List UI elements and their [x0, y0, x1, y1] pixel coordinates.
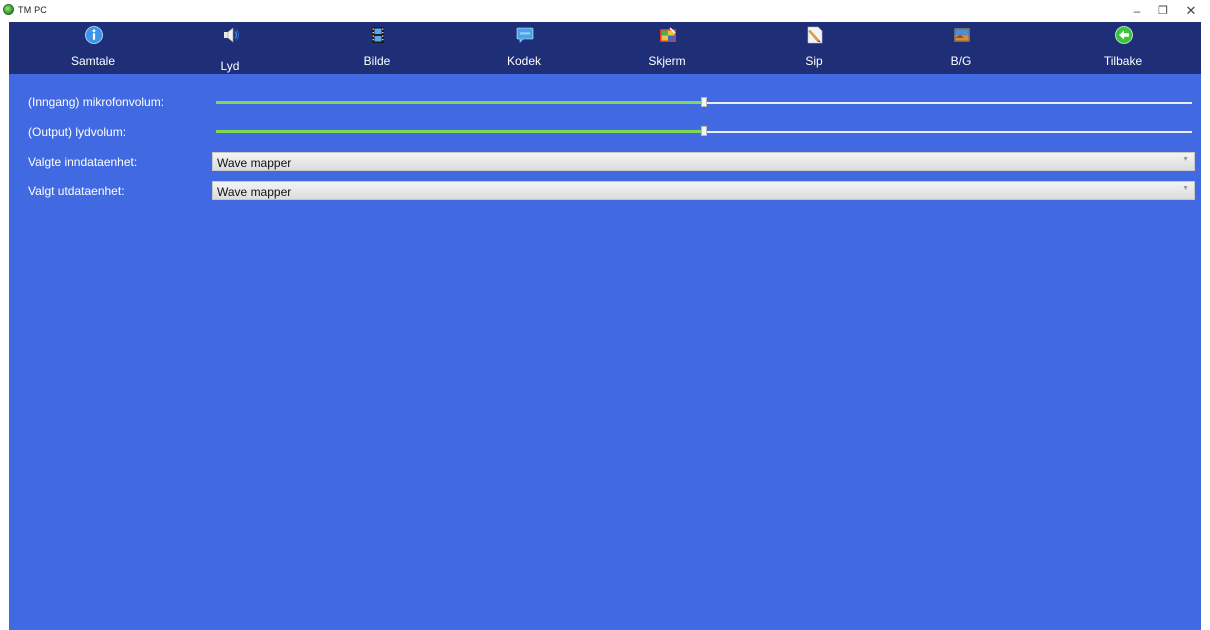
toolbar-button-kodek[interactable]: Kodek — [469, 22, 579, 74]
toolbar-label-bilde: Bilde — [363, 54, 391, 68]
window-title: TM PC — [18, 5, 47, 15]
mic-volume-thumb[interactable] — [701, 97, 707, 107]
minimize-button[interactable]: – — [1126, 2, 1148, 20]
toolbar-button-bg[interactable]: B/G — [906, 22, 1016, 74]
mic-volume-fill — [216, 101, 704, 104]
background-image-icon — [954, 28, 970, 42]
toolbar-button-lyd[interactable]: Lyd — [175, 22, 285, 74]
input-device-select[interactable]: Wave mapper ▼ — [212, 152, 1195, 171]
toolbar-button-skjerm[interactable]: Skjerm — [612, 22, 722, 74]
info-icon — [85, 26, 103, 44]
close-button[interactable]: ✕ — [1180, 2, 1202, 20]
output-volume-fill — [216, 130, 704, 133]
toolbar-label-kodek: Kodek — [506, 54, 542, 68]
mic-volume-label: (Inngang) mikrofonvolum: — [28, 95, 165, 109]
output-volume-slider[interactable] — [216, 126, 1192, 137]
input-device-value: Wave mapper — [217, 156, 292, 170]
main-toolbar: Samtale Lyd Bilde Kodek Skjerm Sip B/G T… — [9, 22, 1201, 74]
output-volume-label: (Output) lydvolum: — [28, 125, 127, 139]
toolbar-button-sip[interactable]: Sip — [759, 22, 869, 74]
back-arrow-icon — [1115, 26, 1133, 44]
toolbar-label-bg: B/G — [950, 54, 972, 68]
output-device-label: Valgt utdataenhet: — [28, 184, 125, 198]
toolbar-label-tilbake: Tilbake — [1103, 54, 1143, 68]
chevron-down-icon: ▼ — [1182, 185, 1189, 192]
output-volume-thumb[interactable] — [701, 126, 707, 136]
pencil-icon — [807, 26, 823, 44]
audio-settings-panel: (Inngang) mikrofonvolum: (Output) lydvol… — [9, 74, 1201, 630]
output-device-select[interactable]: Wave mapper ▼ — [212, 181, 1195, 200]
toolbar-label-samtale: Samtale — [70, 54, 116, 68]
toolbar-button-bilde[interactable]: Bilde — [322, 22, 432, 74]
screen-icon — [660, 27, 676, 42]
toolbar-button-tilbake[interactable]: Tilbake — [1068, 22, 1178, 74]
chevron-down-icon: ▼ — [1182, 156, 1189, 163]
output-device-value: Wave mapper — [217, 185, 292, 199]
toolbar-label-sip: Sip — [805, 54, 823, 68]
app-logo-icon — [3, 4, 14, 15]
mic-volume-slider[interactable] — [216, 97, 1192, 108]
toolbar-button-samtale[interactable]: Samtale — [38, 22, 148, 74]
film-icon — [372, 27, 384, 43]
toolbar-label-skjerm: Skjerm — [648, 54, 686, 68]
input-device-label: Valgte inndataenhet: — [28, 155, 138, 169]
title-bar: TM PC – ❐ ✕ — [0, 0, 1210, 22]
codec-icon — [516, 27, 534, 43]
speaker-icon — [224, 27, 240, 43]
toolbar-label-lyd: Lyd — [220, 59, 240, 73]
restore-button[interactable]: ❐ — [1152, 2, 1174, 20]
